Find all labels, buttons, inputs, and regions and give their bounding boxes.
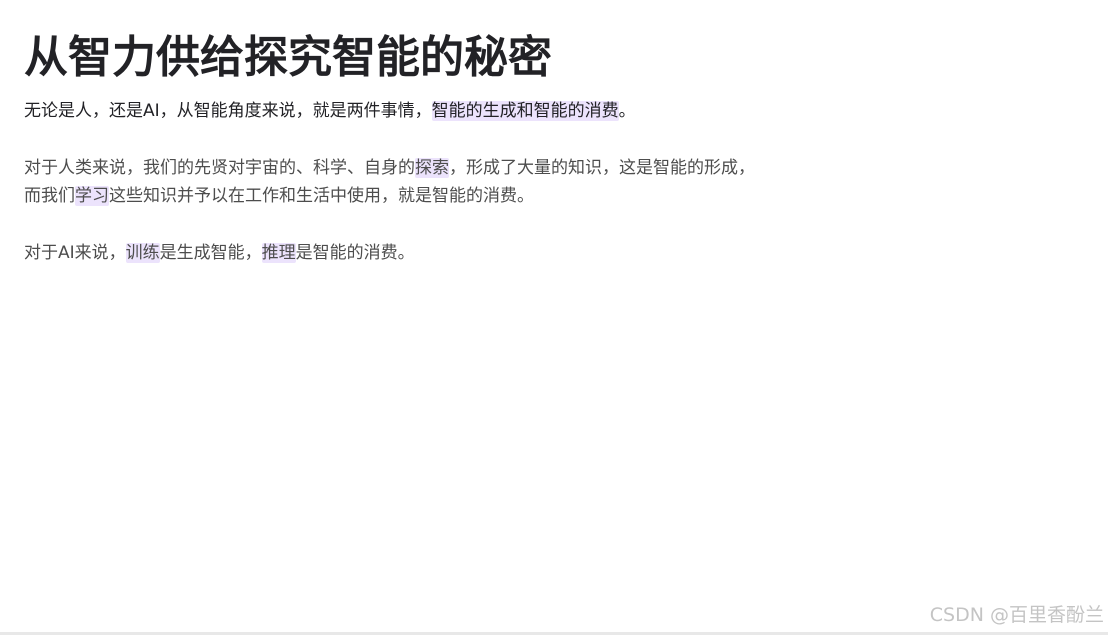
paragraph-ai-b: 是生成智能， [159,243,262,263]
paragraph-intro-text: 无论是人，还是AI，从智能角度来说，就是两件事情， [24,101,432,121]
highlight-explore[interactable]: 探索 [415,158,449,178]
paragraph-humans: 对于人类来说，我们的先贤对宇宙的、科学、自身的探索，形成了大量的知识，这是智能的… [24,154,1084,210]
highlight-inference[interactable]: 推理 [261,243,296,263]
paragraph-ai-c: 是智能的消费。 [295,243,415,263]
paragraph-intro: 无论是人，还是AI，从智能角度来说，就是两件事情，智能的生成和智能的消费。 [24,97,1084,125]
paragraph-humans-line1-b: ，形成了大量的知识，这是智能的形成， [449,158,755,178]
paragraph-ai: 对于AI来说，训练是生成智能，推理是智能的消费。 [24,239,1084,267]
paragraph-intro-end: 。 [618,101,636,121]
article-content: 从智力供给探究智能的秘密 无论是人，还是AI，从智能角度来说，就是两件事情，智能… [24,28,1084,267]
paragraph-humans-line1-a: 对于人类来说，我们的先贤对宇宙的、科学、自身的 [24,158,415,178]
paragraph-ai-a: 对于AI来说， [24,243,126,263]
highlight-learn[interactable]: 学习 [75,186,109,206]
highlight-intelligence-generation-consumption[interactable]: 智能的生成和智能的消费 [431,101,619,121]
csdn-watermark: CSDN @百里香酚兰 [929,604,1104,626]
article-title: 从智力供给探究智能的秘密 [24,32,552,83]
paragraph-humans-line2-b: 这些知识并予以在工作和生活中使用，就是智能的消费。 [109,186,534,206]
paragraph-humans-line2-a: 而我们 [24,186,75,206]
highlight-training[interactable]: 训练 [125,243,160,263]
